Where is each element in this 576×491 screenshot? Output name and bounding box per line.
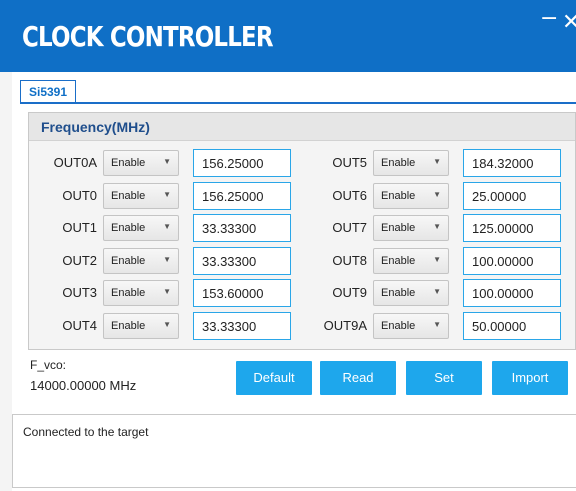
output-mode-dropdown[interactable]: Enable ▼: [103, 150, 179, 176]
output-mode-dropdown[interactable]: Enable ▼: [373, 150, 449, 176]
output-label: OUT0A: [53, 155, 97, 170]
fvco-value: 14000.00000 MHz: [30, 378, 137, 393]
frequency-input[interactable]: 100.00000: [463, 279, 561, 307]
frequency-input[interactable]: 156.25000: [193, 181, 291, 210]
output-mode-dropdown[interactable]: Enable ▼: [373, 247, 449, 274]
chevron-down-icon: ▼: [163, 319, 171, 329]
frequency-input[interactable]: 156.25000: [193, 149, 291, 177]
dropdown-value: Enable: [381, 319, 416, 332]
fvco-label: F_vco:: [30, 358, 67, 372]
output-mode-dropdown[interactable]: Enable ▼: [103, 312, 179, 339]
title-bar: CLOCK CONTROLLER − ✕: [0, 0, 576, 72]
output-mode-dropdown[interactable]: Enable ▼: [373, 312, 449, 339]
chevron-down-icon: ▼: [433, 287, 441, 296]
output-mode-dropdown[interactable]: Enable ▼: [103, 280, 179, 306]
frequency-input[interactable]: 153.60000: [193, 279, 291, 307]
frequency-input[interactable]: 33.33300: [193, 311, 291, 340]
set-button[interactable]: Set: [406, 361, 482, 395]
dropdown-value: Enable: [111, 319, 146, 332]
output-mode-dropdown[interactable]: Enable ▼: [373, 215, 449, 241]
dropdown-value: Enable: [381, 254, 416, 267]
status-text: Connected to the target: [23, 425, 149, 439]
dropdown-value: Enable: [111, 157, 146, 169]
output-label: OUT1: [62, 220, 97, 235]
chevron-down-icon: ▼: [433, 189, 441, 199]
output-label: OUT0: [62, 187, 97, 203]
chevron-down-icon: ▼: [163, 287, 171, 296]
output-label: OUT7: [332, 220, 367, 235]
tab-underline: [20, 102, 576, 104]
chevron-down-icon: ▼: [433, 222, 441, 231]
dropdown-value: Enable: [111, 189, 146, 202]
frequency-input[interactable]: 100.00000: [463, 246, 561, 275]
output-label: OUT4: [62, 317, 97, 333]
chevron-down-icon: ▼: [433, 254, 441, 264]
output-mode-dropdown[interactable]: Enable ▼: [373, 280, 449, 306]
frequency-input[interactable]: 33.33300: [193, 214, 291, 242]
dropdown-value: Enable: [381, 222, 416, 234]
chevron-down-icon: ▼: [163, 222, 171, 231]
frequency-input[interactable]: 25.00000: [463, 181, 561, 210]
output-mode-dropdown[interactable]: Enable ▼: [103, 215, 179, 241]
status-panel: Connected to the target: [12, 414, 576, 488]
window-title: CLOCK CONTROLLER: [22, 20, 274, 53]
output-mode-dropdown[interactable]: Enable ▼: [373, 182, 449, 209]
output-label: OUT2: [62, 252, 97, 268]
dropdown-value: Enable: [111, 254, 146, 267]
chevron-down-icon: ▼: [433, 319, 441, 329]
output-mode-dropdown[interactable]: Enable ▼: [103, 182, 179, 209]
chevron-down-icon: ▼: [163, 189, 171, 199]
output-label: OUT5: [332, 155, 367, 170]
frequency-title: Frequency(MHz): [41, 119, 150, 135]
close-icon[interactable]: ✕: [562, 10, 576, 35]
dropdown-value: Enable: [111, 222, 146, 234]
minimize-icon[interactable]: −: [540, 6, 558, 31]
output-label: OUT9: [332, 285, 367, 300]
import-button[interactable]: Import: [492, 361, 568, 395]
read-button[interactable]: Read: [320, 361, 396, 395]
dropdown-value: Enable: [381, 157, 416, 169]
frequency-input[interactable]: 33.33300: [193, 246, 291, 275]
chevron-down-icon: ▼: [433, 157, 441, 166]
dropdown-value: Enable: [381, 287, 416, 299]
chevron-down-icon: ▼: [163, 157, 171, 166]
tab-si5391[interactable]: Si5391: [20, 80, 77, 103]
output-mode-dropdown[interactable]: Enable ▼: [103, 247, 179, 274]
dropdown-value: Enable: [381, 189, 416, 202]
dropdown-value: Enable: [111, 287, 146, 299]
output-label: OUT3: [62, 285, 97, 300]
output-label: OUT9A: [323, 317, 367, 333]
frequency-panel: Frequency(MHz) OUT0A Enable ▼ 156.25000 OUT0…: [28, 112, 576, 350]
frequency-input[interactable]: 184.32000: [463, 149, 561, 177]
frequency-header: Frequency(MHz): [29, 113, 575, 141]
frequency-input[interactable]: 125.00000: [463, 214, 561, 242]
chevron-down-icon: ▼: [163, 254, 171, 264]
default-button[interactable]: Default: [236, 361, 312, 395]
frequency-input[interactable]: 50.00000: [463, 311, 561, 340]
output-label: OUT6: [332, 187, 367, 203]
output-label: OUT8: [332, 252, 367, 268]
